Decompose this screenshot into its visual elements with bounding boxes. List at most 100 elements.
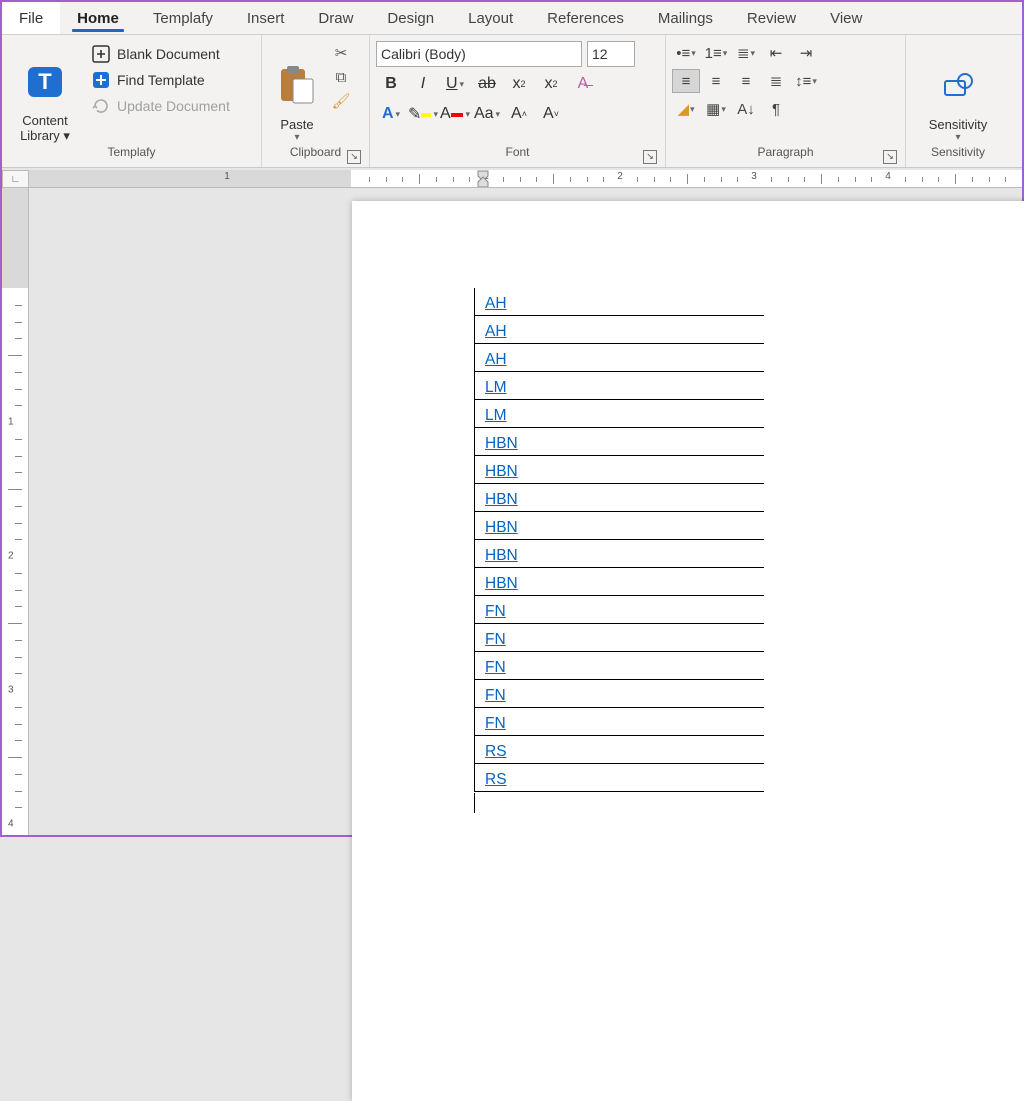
- superscript-button[interactable]: x2: [536, 71, 566, 97]
- subscript-button[interactable]: x2: [504, 71, 534, 97]
- font-size-select[interactable]: [587, 41, 635, 67]
- group-paragraph-label: Paragraph: [757, 145, 813, 159]
- paragraph-dialog-launcher[interactable]: ↘: [883, 150, 897, 164]
- table-row[interactable]: HBN: [475, 428, 764, 456]
- cell-link[interactable]: FN: [485, 659, 506, 677]
- align-left-button[interactable]: ≡: [672, 69, 700, 93]
- vertical-ruler[interactable]: 1234: [2, 188, 29, 835]
- cell-link[interactable]: HBN: [485, 575, 518, 593]
- bold-button[interactable]: B: [376, 71, 406, 97]
- table-row[interactable]: FN: [475, 652, 764, 680]
- italic-button[interactable]: I: [408, 71, 438, 97]
- table-row[interactable]: HBN: [475, 512, 764, 540]
- format-painter-button[interactable]: 🖌: [329, 89, 353, 113]
- table-row[interactable]: LM: [475, 400, 764, 428]
- table-row[interactable]: HBN: [475, 540, 764, 568]
- table-row[interactable]: FN: [475, 708, 764, 736]
- multilevel-list-button[interactable]: ≣▾: [732, 41, 760, 65]
- blank-document-button[interactable]: Blank Document: [88, 41, 233, 67]
- show-marks-button[interactable]: ¶: [762, 97, 790, 121]
- cell-link[interactable]: FN: [485, 631, 506, 649]
- cell-link[interactable]: LM: [485, 379, 507, 397]
- table-row[interactable]: FN: [475, 680, 764, 708]
- tab-layout[interactable]: Layout: [451, 2, 530, 34]
- cell-link[interactable]: AH: [485, 323, 507, 341]
- table-row[interactable]: LM: [475, 372, 764, 400]
- table-row[interactable]: AH: [475, 288, 764, 316]
- table-row[interactable]: AH: [475, 344, 764, 372]
- sort-button[interactable]: A↓: [732, 97, 760, 121]
- tab-insert[interactable]: Insert: [230, 2, 302, 34]
- horizontal-ruler[interactable]: 11234: [29, 170, 1022, 188]
- tab-templafy[interactable]: Templafy: [136, 2, 230, 34]
- text-effects-button[interactable]: A▾: [376, 101, 406, 127]
- cell-link[interactable]: HBN: [485, 463, 518, 481]
- cell-link[interactable]: HBN: [485, 547, 518, 565]
- underline-button[interactable]: U▾: [440, 71, 470, 97]
- tab-references[interactable]: References: [530, 2, 641, 34]
- align-center-button[interactable]: ≡: [702, 69, 730, 93]
- cell-link[interactable]: HBN: [485, 435, 518, 453]
- tab-view[interactable]: View: [813, 2, 879, 34]
- justify-button[interactable]: ≣: [762, 69, 790, 93]
- grow-font-button[interactable]: A˄: [504, 101, 534, 127]
- cell-link[interactable]: AH: [485, 351, 507, 369]
- copy-button[interactable]: ⧉: [329, 65, 353, 89]
- decrease-indent-button[interactable]: ⇤: [762, 41, 790, 65]
- font-color-button[interactable]: A▾: [440, 101, 470, 127]
- table-row[interactable]: RS: [475, 736, 764, 764]
- cell-link[interactable]: HBN: [485, 519, 518, 537]
- group-templafy-label: Templafy: [8, 145, 255, 167]
- change-case-button[interactable]: Aa▾: [472, 101, 502, 127]
- plus-document-icon: [91, 45, 111, 63]
- group-sensitivity: Sensitivity ▾ Sensitivity: [906, 35, 1010, 167]
- increase-indent-button[interactable]: ⇥: [792, 41, 820, 65]
- line-spacing-button[interactable]: ↕≡▾: [792, 69, 820, 93]
- clipboard-dialog-launcher[interactable]: ↘: [347, 150, 361, 164]
- cell-link[interactable]: HBN: [485, 491, 518, 509]
- clear-formatting-button[interactable]: A̶: [568, 71, 598, 97]
- cell-link[interactable]: LM: [485, 407, 507, 425]
- font-dialog-launcher[interactable]: ↘: [643, 150, 657, 164]
- highlight-color-button[interactable]: ✎▾: [408, 101, 438, 127]
- paste-button[interactable]: Paste ▾: [268, 39, 326, 145]
- document-table[interactable]: AH AH AH LM LM HBN HBN HBN HBN HBN HBN FN FN FN FN FN RS…: [474, 288, 764, 792]
- cell-link[interactable]: AH: [485, 295, 507, 313]
- cell-link[interactable]: FN: [485, 603, 506, 621]
- document-page[interactable]: AH AH AH LM LM HBN HBN HBN HBN HBN HBN FN FN FN FN FN RS…: [352, 201, 1024, 1101]
- tab-file[interactable]: File: [2, 2, 60, 34]
- tab-home[interactable]: Home: [60, 2, 136, 34]
- cell-link[interactable]: FN: [485, 715, 506, 733]
- indent-marker[interactable]: [477, 170, 489, 188]
- numbering-button[interactable]: 1≡▾: [702, 41, 730, 65]
- content-library-button[interactable]: T ContentLibrary ▾: [8, 39, 82, 145]
- tab-design[interactable]: Design: [370, 2, 451, 34]
- shading-button[interactable]: ◢▾: [672, 97, 700, 121]
- ruler-corner[interactable]: ∟: [2, 170, 29, 188]
- shrink-font-button[interactable]: A˅: [536, 101, 566, 127]
- tab-review[interactable]: Review: [730, 2, 813, 34]
- cell-link[interactable]: RS: [485, 771, 507, 789]
- table-row[interactable]: HBN: [475, 484, 764, 512]
- bullets-button[interactable]: •≡▾: [672, 41, 700, 65]
- sensitivity-button[interactable]: Sensitivity ▾: [913, 39, 1003, 145]
- cell-link[interactable]: FN: [485, 687, 506, 705]
- table-row[interactable]: AH: [475, 316, 764, 344]
- cut-button[interactable]: ✂: [329, 41, 353, 65]
- table-row[interactable]: HBN: [475, 568, 764, 596]
- find-template-button[interactable]: Find Template: [88, 67, 233, 93]
- tab-draw[interactable]: Draw: [301, 2, 370, 34]
- text-effects-icon: A: [382, 105, 394, 123]
- table-row[interactable]: RS: [475, 764, 764, 792]
- font-name-select[interactable]: [376, 41, 582, 67]
- align-right-button[interactable]: ≡: [732, 69, 760, 93]
- table-row[interactable]: HBN: [475, 456, 764, 484]
- text-cursor: [474, 793, 475, 813]
- borders-button[interactable]: ▦▾: [702, 97, 730, 121]
- tab-mailings[interactable]: Mailings: [641, 2, 730, 34]
- table-row[interactable]: FN: [475, 596, 764, 624]
- table-row[interactable]: FN: [475, 624, 764, 652]
- cell-link[interactable]: RS: [485, 743, 507, 761]
- scissors-icon: ✂: [335, 44, 348, 62]
- strikethrough-button[interactable]: ab: [472, 71, 502, 97]
